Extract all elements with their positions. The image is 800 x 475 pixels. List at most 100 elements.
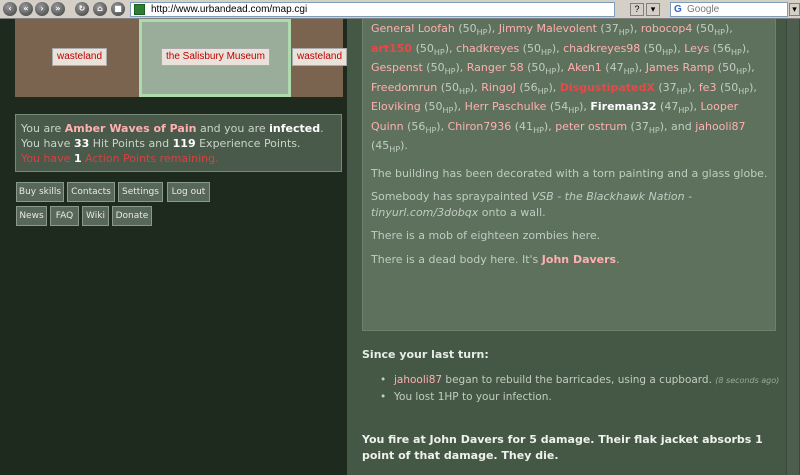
survivor-link[interactable]: Fireman32 — [590, 100, 656, 113]
reload-icon[interactable]: ↻ — [75, 2, 89, 16]
news-button[interactable]: News — [16, 206, 47, 226]
hp-unit: HP — [714, 28, 725, 37]
hp-unit: HP — [537, 86, 549, 96]
hp-unit: HP — [545, 67, 557, 76]
hp-unit: HP — [540, 47, 552, 57]
hp-unit: HP — [662, 47, 673, 57]
home-icon[interactable]: ⌂ — [93, 2, 107, 16]
help-icon[interactable]: ? — [630, 3, 644, 16]
google-icon: G — [674, 4, 682, 15]
status-line-3: You have 1 Action Points remaining. — [21, 152, 219, 165]
search-dropdown-icon[interactable]: ▾ — [789, 3, 800, 16]
status-line-1: You are Amber Waves of Pain and you are … — [21, 122, 324, 135]
map-cell-center: the Salisbury Museum — [139, 19, 291, 97]
survivor-link[interactable]: Eloviking — [371, 100, 421, 113]
hp-unit: HP — [476, 28, 488, 37]
browser-toolbar: ‹ « › » ↻ ⌂ ■ http://www.urbandead.com/m… — [0, 0, 800, 19]
address-url: http://www.urbandead.com/map.cgi — [151, 4, 308, 15]
event-list: • jahooli87 began to rebuild the barricad… — [380, 372, 780, 405]
experience-points: 119 — [172, 137, 196, 150]
hp-unit: HP — [425, 125, 437, 135]
survivor-link[interactable]: Leys — [684, 42, 709, 55]
forward-history-icon[interactable]: » — [51, 2, 65, 16]
action-points: 1 — [73, 152, 82, 165]
survivor-link[interactable]: Freedomrun — [371, 81, 437, 94]
survivor-link[interactable]: RingoJ — [481, 81, 516, 94]
hp-unit: HP — [736, 67, 747, 76]
event-player-link[interactable]: jahooli87 — [394, 374, 442, 386]
hp-unit: HP — [676, 86, 688, 96]
hit-points: 33 — [73, 137, 90, 150]
hp-unit: HP — [738, 86, 750, 96]
address-dropdown-icon[interactable]: ▾ — [646, 3, 660, 16]
character-name[interactable]: Amber Waves of Pain — [65, 122, 197, 135]
survivor-link[interactable]: Gespenst — [371, 61, 423, 74]
survivor-link[interactable]: art150 — [371, 42, 412, 55]
hp-unit: HP — [648, 125, 660, 135]
search-input[interactable]: G Google — [670, 2, 788, 17]
event-timestamp: (8 seconds ago) — [715, 376, 780, 385]
graffiti-text: Somebody has spraypainted VSB - the Blac… — [371, 190, 693, 219]
site-favicon-icon — [134, 4, 145, 15]
stop-icon[interactable]: ■ — [111, 2, 125, 16]
survivor-link[interactable]: Chiron7936 — [448, 120, 512, 133]
hp-unit: HP — [568, 106, 580, 115]
map-grid: wasteland the Salisbury Museum wasteland — [15, 19, 348, 97]
map-button-center[interactable]: the Salisbury Museum — [161, 48, 270, 66]
hp-unit: HP — [442, 106, 454, 115]
zombie-mob-text: There is a mob of eighteen zombies here. — [371, 229, 601, 242]
hp-unit: HP — [433, 47, 445, 57]
dead-body-name[interactable]: John Davers — [542, 253, 616, 266]
survivor-link[interactable]: Ranger 58 — [467, 61, 524, 74]
decoration-text: The building has been decorated with a t… — [371, 166, 768, 180]
survivor-link[interactable]: James Ramp — [646, 61, 715, 74]
scrollbar[interactable] — [786, 19, 800, 475]
survivor-link[interactable]: DisgustipatedX — [560, 81, 655, 94]
list-item: • You lost 1HP to your infection. — [380, 391, 552, 403]
infection-state: infected — [269, 122, 321, 135]
contacts-button[interactable]: Contacts — [67, 182, 115, 202]
right-panel: General Loofah (50HP), Jimmy Malevolent … — [347, 19, 800, 475]
hp-unit: HP — [459, 86, 470, 96]
survivor-list: General Loofah (50HP), Jimmy Malevolent … — [371, 22, 757, 154]
survivor-link[interactable]: General Loofah — [371, 22, 455, 35]
forward-icon[interactable]: › — [35, 2, 49, 16]
survivor-link[interactable]: peter ostrum — [555, 120, 627, 133]
address-bar[interactable]: http://www.urbandead.com/map.cgi — [130, 2, 615, 17]
log-out-button[interactable]: Log out — [167, 182, 210, 202]
map-cell-east: wasteland — [291, 19, 348, 97]
survivor-link[interactable]: Jimmy Malevolent — [499, 22, 597, 35]
hp-unit: HP — [533, 125, 544, 135]
back-icon[interactable]: ‹ — [3, 2, 17, 16]
faq-button[interactable]: FAQ — [50, 206, 79, 226]
survivor-link[interactable]: Herr Paschulke — [465, 100, 547, 113]
survivor-link[interactable]: jahooli87 — [695, 120, 745, 133]
since-last-turn-heading: Since your last turn: — [362, 348, 489, 361]
hp-unit: HP — [618, 28, 630, 37]
survivor-link[interactable]: chadkreyes98 — [563, 42, 640, 55]
attack-result: You fire at John Davers for 5 damage. Th… — [362, 433, 763, 462]
survivor-link[interactable]: robocop4 — [641, 22, 692, 35]
hp-unit: HP — [389, 145, 401, 154]
map-cell-west: wasteland — [15, 19, 139, 97]
back-history-icon[interactable]: « — [19, 2, 33, 16]
status-box: You are Amber Waves of Pain and you are … — [15, 114, 342, 172]
map-button-east[interactable]: wasteland — [292, 48, 348, 66]
settings-button[interactable]: Settings — [118, 182, 163, 202]
hp-unit: HP — [623, 67, 635, 76]
map-button-west[interactable]: wasteland — [52, 48, 108, 66]
dead-body-text: There is a dead body here. It's John Dav… — [371, 252, 620, 266]
donate-button[interactable]: Donate — [112, 206, 152, 226]
survivor-link[interactable]: chadkreyes — [456, 42, 519, 55]
buy-skills-button[interactable]: Buy skills — [16, 182, 64, 202]
survivor-link[interactable]: Aken1 — [568, 61, 602, 74]
wiki-button[interactable]: Wiki — [82, 206, 109, 226]
location-description: General Loofah (50HP), Jimmy Malevolent … — [362, 19, 776, 331]
hp-unit: HP — [730, 47, 742, 57]
scrollbar-thumb[interactable] — [787, 19, 799, 475]
hp-unit: HP — [444, 67, 456, 76]
search-placeholder: Google — [687, 4, 720, 15]
status-line-2: You have 33 Hit Points and 119 Experienc… — [21, 137, 301, 150]
list-item: • jahooli87 began to rebuild the barricad… — [380, 374, 780, 386]
survivor-link[interactable]: fe3 — [699, 81, 717, 94]
